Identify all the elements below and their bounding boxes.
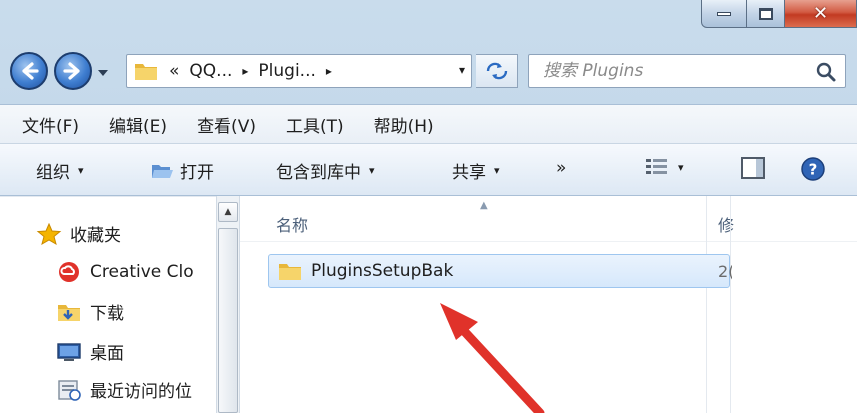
back-button[interactable]: [10, 52, 48, 90]
column-header-date-modified[interactable]: 修: [718, 212, 734, 236]
breadcrumb-separator[interactable]: ▸: [326, 64, 332, 78]
nav-item-label: 桌面: [90, 344, 124, 364]
include-in-library-button[interactable]: 包含到库中 ▾: [276, 158, 375, 183]
command-bar: 组织 ▾ 打开 包含到库中 ▾ 共享 ▾ » ▾ ?: [0, 144, 857, 196]
star-icon: [36, 222, 62, 245]
explorer-window: ✕ « QQ... ▸ Plugi... ▸ ▾ 搜索 Plugins 文件(F…: [0, 0, 857, 413]
title-bar: ✕: [0, 0, 857, 42]
navigation-pane: 收藏夹 Creative Clo 下载 桌面 最近访问的位: [0, 196, 216, 413]
view-options-button[interactable]: ▾: [644, 156, 684, 178]
scroll-up-button[interactable]: ▲: [218, 202, 238, 222]
nav-item-downloads[interactable]: 下载: [56, 299, 124, 324]
nav-favorites-label: 收藏夹: [70, 226, 121, 246]
nav-item-label: 下载: [90, 304, 124, 324]
chevron-down-icon: ▾: [494, 164, 500, 177]
column-divider: [730, 196, 731, 413]
folder-icon: [279, 264, 301, 280]
column-divider[interactable]: [706, 196, 707, 413]
help-icon: ?: [801, 157, 825, 181]
nav-item-desktop[interactable]: 桌面: [56, 339, 124, 364]
navigation-scrollbar[interactable]: ▲: [216, 196, 240, 413]
breadcrumb-separator[interactable]: ▸: [242, 64, 248, 78]
arrow-left-icon: [22, 62, 39, 80]
open-button[interactable]: 打开: [150, 158, 214, 183]
open-folder-icon: [152, 164, 173, 178]
sort-arrow-icon: ▲: [480, 200, 488, 211]
recent-pages-dropdown[interactable]: [96, 66, 110, 80]
address-dropdown-icon[interactable]: ▾: [459, 63, 465, 77]
search-box[interactable]: [528, 54, 846, 88]
creative-cloud-icon: [59, 262, 79, 282]
recent-places-icon: [58, 379, 81, 401]
breadcrumb-plugins[interactable]: Plugi...: [258, 61, 315, 81]
details-view-icon: [646, 159, 667, 174]
chevron-down-icon: ▾: [678, 160, 684, 174]
chevron-down-icon: ▾: [78, 164, 84, 177]
share-button[interactable]: 共享 ▾: [452, 158, 500, 183]
scroll-thumb[interactable]: [218, 228, 238, 413]
breadcrumb-qq[interactable]: QQ...: [189, 61, 232, 81]
forward-button[interactable]: [54, 52, 92, 90]
file-name: PluginsSetupBak: [311, 261, 454, 281]
navigation-bar: « QQ... ▸ Plugi... ▸ ▾: [0, 48, 857, 96]
nav-item-creative-cloud[interactable]: Creative Clo: [56, 261, 194, 283]
refresh-icon: [486, 62, 507, 80]
table-row[interactable]: PluginsSetupBak: [268, 254, 730, 288]
include-in-library-label: 包含到库中: [276, 163, 361, 183]
preview-pane-button[interactable]: [740, 156, 766, 180]
search-icon[interactable]: [815, 61, 837, 83]
file-date-modified: 2(: [718, 262, 732, 281]
file-list: ▲ 名称 修 PluginsSetupBak 2(: [240, 196, 857, 413]
maximize-icon: [758, 7, 773, 20]
address-bar[interactable]: « QQ... ▸ Plugi... ▸ ▾: [126, 54, 472, 88]
share-label: 共享: [452, 163, 486, 183]
chevron-down-icon: ▾: [369, 164, 375, 177]
desktop-icon: [57, 342, 81, 361]
menu-tools[interactable]: 工具(T): [286, 112, 344, 137]
organize-label: 组织: [36, 163, 70, 183]
nav-item-label: 最近访问的位: [90, 382, 192, 402]
menu-bar: 文件(F) 编辑(E) 查看(V) 工具(T) 帮助(H): [0, 104, 857, 144]
search-input[interactable]: [543, 61, 793, 81]
column-header-row: ▲ 名称 修: [240, 196, 857, 242]
minimize-button[interactable]: [701, 0, 747, 28]
caption-buttons: ✕: [701, 0, 857, 30]
downloads-folder-icon: [58, 304, 80, 321]
svg-text:?: ?: [809, 161, 818, 179]
column-header-name[interactable]: 名称: [276, 212, 308, 236]
preview-pane-icon: [741, 157, 765, 179]
nav-item-label: Creative Clo: [90, 262, 194, 282]
nav-item-recent-places[interactable]: 最近访问的位: [56, 377, 192, 402]
menu-help[interactable]: 帮助(H): [374, 112, 434, 137]
menu-view[interactable]: 查看(V): [197, 112, 256, 137]
close-button[interactable]: ✕: [785, 0, 857, 28]
maximize-button[interactable]: [747, 0, 785, 28]
help-button[interactable]: ?: [800, 156, 826, 182]
nav-favorites[interactable]: 收藏夹: [36, 221, 121, 246]
folder-icon: [135, 64, 157, 80]
menu-edit[interactable]: 编辑(E): [109, 112, 167, 137]
refresh-button[interactable]: [476, 54, 518, 88]
address-overflow-marker[interactable]: «: [169, 61, 179, 81]
organize-button[interactable]: 组织 ▾: [36, 158, 84, 183]
minimize-icon: [717, 11, 731, 16]
arrow-right-icon: [63, 62, 80, 80]
close-icon: ✕: [812, 3, 829, 24]
more-commands-button[interactable]: »: [556, 158, 566, 178]
menu-file[interactable]: 文件(F): [22, 112, 79, 137]
open-label: 打开: [180, 163, 214, 183]
